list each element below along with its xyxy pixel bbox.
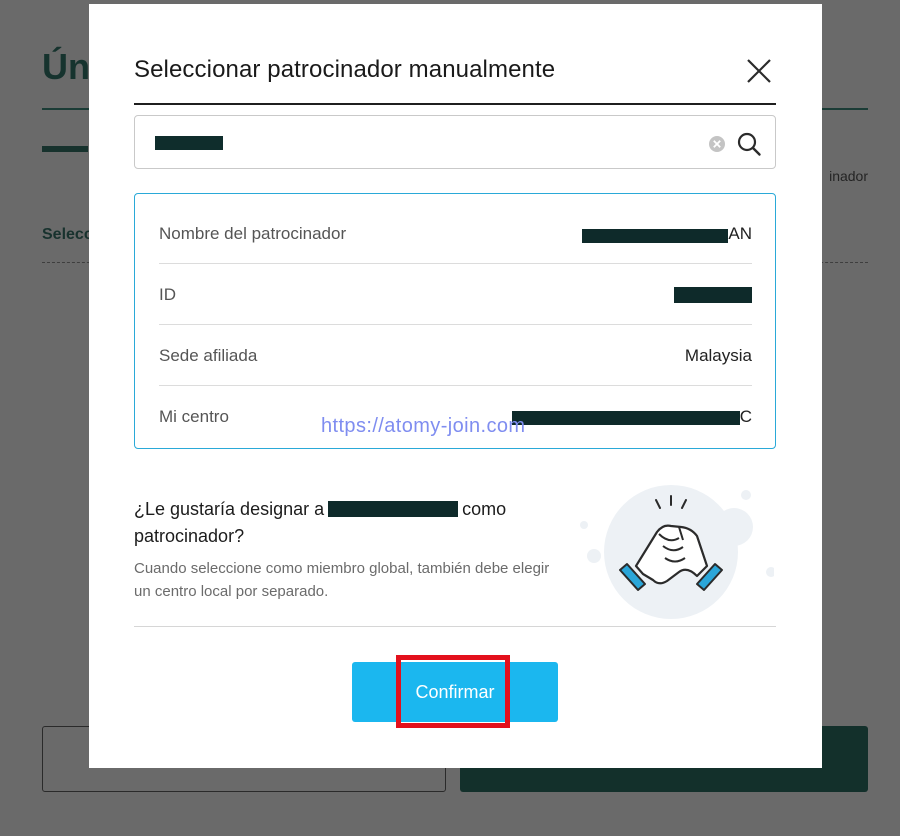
sponsor-search-box <box>134 115 776 169</box>
redacted-sponsor-name <box>582 229 728 243</box>
handshake-icon <box>580 485 774 619</box>
redacted-center <box>512 411 740 425</box>
info-label: ID <box>159 285 176 304</box>
info-row-sponsor-name: Nombre del patrocinador AN <box>159 202 752 264</box>
background-step-indicator <box>42 146 88 152</box>
close-icon <box>747 59 771 83</box>
close-button[interactable] <box>742 54 776 88</box>
info-row-affiliated-office: Sede afiliada Malaysia <box>159 324 752 386</box>
sponsor-info-card: Nombre del patrocinador AN ID Sede afili… <box>134 193 776 449</box>
redacted-search-value <box>155 136 223 150</box>
info-value: C <box>739 407 752 426</box>
select-sponsor-modal: Seleccionar patrocinador manualmente Nom… <box>89 4 822 768</box>
info-row-id: ID <box>159 263 752 325</box>
question-prefix: ¿Le gustaría designar a <box>134 499 325 519</box>
watermark-text: https://atomy-join.com <box>321 415 526 437</box>
info-label: Sede afiliada <box>159 346 258 365</box>
background-page-title: Ún <box>42 46 90 87</box>
footer-divider <box>134 626 776 627</box>
info-label: Mi centro <box>159 407 229 426</box>
info-label: Nombre del patrocinador <box>159 224 347 243</box>
modal-title: Seleccionar patrocinador manualmente <box>134 56 556 83</box>
info-value: AN <box>728 224 752 243</box>
search-icon[interactable] <box>736 131 762 157</box>
background-section-label: Selecc <box>42 226 93 243</box>
confirm-question: ¿Le gustaría designar a como patrocinador… <box>134 496 554 550</box>
info-value: Malaysia <box>684 346 752 365</box>
title-divider <box>134 103 776 105</box>
sponsor-search-input[interactable] <box>153 126 677 160</box>
confirm-button[interactable]: Confirmar <box>352 662 558 722</box>
redacted-sponsor <box>328 501 459 517</box>
global-member-note: Cuando seleccione como miembro global, t… <box>134 560 550 600</box>
redacted-id <box>674 287 752 303</box>
background-step-label: inador <box>829 168 868 184</box>
clear-icon[interactable] <box>708 135 726 153</box>
